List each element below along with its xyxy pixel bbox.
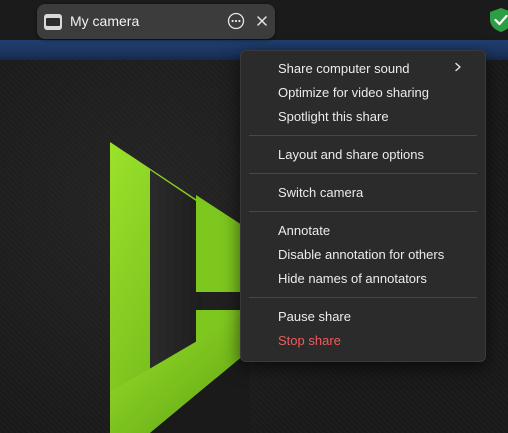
- more-options-button[interactable]: [227, 12, 245, 30]
- shield-check-icon[interactable]: [488, 7, 508, 33]
- more-horizontal-icon: [227, 12, 245, 30]
- menu-item-spotlight-share[interactable]: Spotlight this share: [278, 107, 389, 127]
- menu-item-hide-annotator-names[interactable]: Hide names of annotators: [278, 269, 427, 289]
- menu-separator: [249, 297, 477, 298]
- close-button[interactable]: [253, 12, 271, 30]
- close-icon: [257, 16, 267, 26]
- menu-separator: [249, 135, 477, 136]
- share-title: My camera: [70, 13, 140, 29]
- menu-item-pause-share[interactable]: Pause share: [278, 307, 351, 327]
- menu-item-optimize-video[interactable]: Optimize for video sharing: [278, 83, 429, 103]
- menu-item-layout-options[interactable]: Layout and share options: [278, 145, 424, 165]
- menu-item-switch-camera[interactable]: Switch camera: [278, 183, 363, 203]
- menu-item-annotate[interactable]: Annotate: [278, 221, 330, 241]
- share-options-menu: Share computer sound Optimize for video …: [240, 50, 486, 362]
- chevron-right-icon: [455, 62, 461, 72]
- menu-separator: [249, 173, 477, 174]
- menu-item-disable-annotation[interactable]: Disable annotation for others: [278, 245, 444, 265]
- menu-separator: [249, 211, 477, 212]
- share-toolbar: My camera: [37, 4, 275, 39]
- menu-item-share-computer-sound[interactable]: Share computer sound: [278, 59, 410, 79]
- menu-item-stop-share[interactable]: Stop share: [278, 331, 341, 351]
- screen: My camera Share computer sound Optimize …: [0, 0, 508, 433]
- camera-thumbnail-icon: [44, 14, 62, 30]
